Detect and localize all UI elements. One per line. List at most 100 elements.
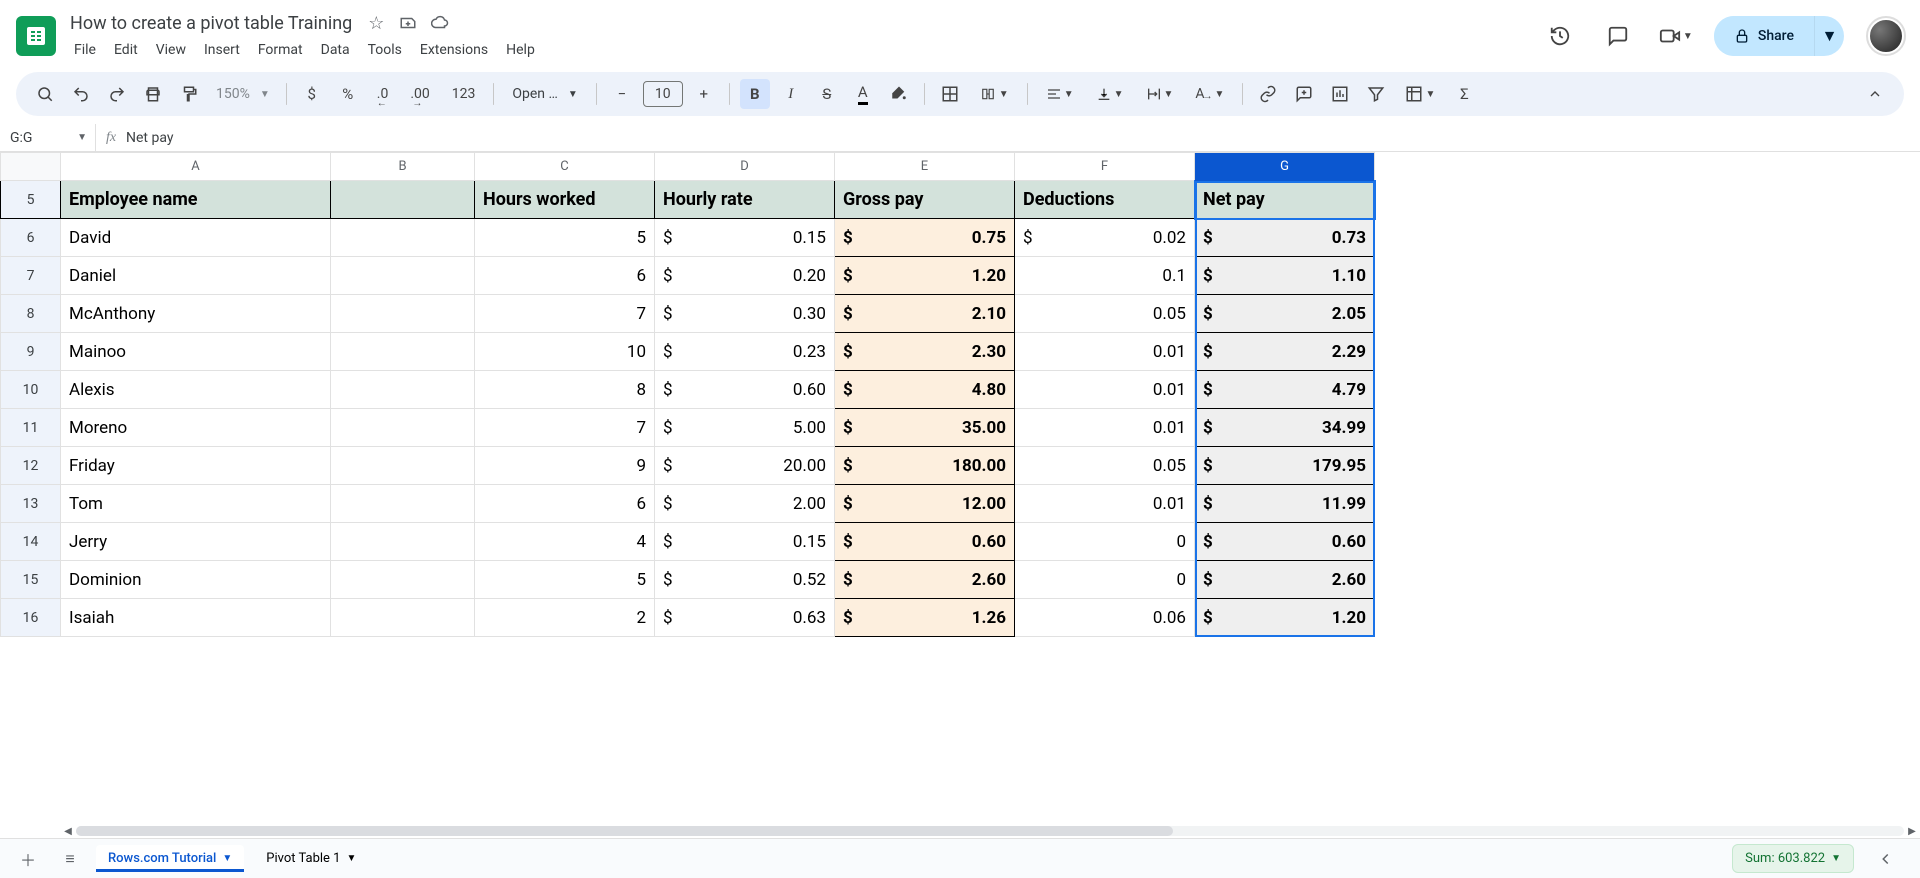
cell-gross[interactable]: $0.60 (835, 523, 1015, 561)
fill-color-button[interactable] (884, 79, 914, 109)
cell-net[interactable]: $179.95 (1195, 447, 1375, 485)
col-E[interactable]: E (835, 153, 1015, 181)
print-icon[interactable] (138, 79, 168, 109)
cell-deductions[interactable]: 0.01 (1015, 371, 1195, 409)
row-head[interactable]: 8 (1, 295, 61, 333)
name-box[interactable]: G:G▼ (10, 124, 96, 151)
text-rotation-button[interactable]: A→▼ (1187, 79, 1232, 109)
document-title[interactable]: How to create a pivot table Training (66, 11, 356, 36)
sheet-tab-active[interactable]: Rows.com Tutorial▼ (96, 845, 244, 872)
row-head[interactable]: 13 (1, 485, 61, 523)
increase-decimal-icon[interactable]: .00→ (402, 79, 437, 109)
cell-rate[interactable]: $0.63 (655, 599, 835, 637)
cell-rate[interactable]: $0.30 (655, 295, 835, 333)
cell-rate[interactable]: $0.20 (655, 257, 835, 295)
cell-deductions[interactable]: 0.1 (1015, 257, 1195, 295)
cell-net[interactable]: $2.05 (1195, 295, 1375, 333)
cell-gross[interactable]: $1.20 (835, 257, 1015, 295)
cell-name[interactable]: Daniel (61, 257, 331, 295)
font-selector[interactable]: Open …▼ (504, 86, 585, 102)
spreadsheet-grid[interactable]: A B C D E F G 5 Employee name Hours work… (0, 152, 1920, 838)
row-head[interactable]: 15 (1, 561, 61, 599)
cell-net[interactable]: $34.99 (1195, 409, 1375, 447)
menu-tools[interactable]: Tools (360, 38, 410, 62)
col-C[interactable]: C (475, 153, 655, 181)
star-icon[interactable]: ☆ (364, 11, 388, 35)
cell-hours[interactable]: 8 (475, 371, 655, 409)
cell-gross[interactable]: $1.26 (835, 599, 1015, 637)
cell-name[interactable]: Tom (61, 485, 331, 523)
header-deductions[interactable]: Deductions (1015, 181, 1195, 219)
cell-hours[interactable]: 5 (475, 219, 655, 257)
cell-net[interactable]: $2.60 (1195, 561, 1375, 599)
cell-deductions[interactable]: 0 (1015, 561, 1195, 599)
cell-name[interactable]: Alexis (61, 371, 331, 409)
add-sheet-button[interactable]: ＋ (12, 843, 44, 875)
cell-gross[interactable]: $12.00 (835, 485, 1015, 523)
row-head[interactable]: 9 (1, 333, 61, 371)
cell-gross[interactable]: $2.60 (835, 561, 1015, 599)
all-sheets-button[interactable]: ≡ (54, 843, 86, 875)
cell-rate[interactable]: $2.00 (655, 485, 835, 523)
row-head[interactable]: 12 (1, 447, 61, 485)
cell-hours[interactable]: 2 (475, 599, 655, 637)
account-avatar[interactable] (1868, 18, 1904, 54)
redo-icon[interactable] (102, 79, 132, 109)
cell-net[interactable]: $1.20 (1195, 599, 1375, 637)
format-percent-icon[interactable]: % (333, 79, 363, 109)
sheet-tab-pivot[interactable]: Pivot Table 1▼ (254, 845, 368, 872)
insert-chart-icon[interactable] (1325, 79, 1355, 109)
cell-blank[interactable] (331, 295, 475, 333)
cell-hours[interactable]: 6 (475, 485, 655, 523)
menu-extensions[interactable]: Extensions (412, 38, 496, 62)
cell-gross[interactable]: $2.10 (835, 295, 1015, 333)
comments-icon[interactable] (1598, 16, 1638, 56)
share-dropdown[interactable]: ▼ (1814, 16, 1844, 56)
cell-name[interactable]: McAnthony (61, 295, 331, 333)
cell-name[interactable]: Dominion (61, 561, 331, 599)
italic-button[interactable]: I (776, 79, 806, 109)
cell-gross[interactable]: $180.00 (835, 447, 1015, 485)
cell-rate[interactable]: $20.00 (655, 447, 835, 485)
cell-blank[interactable] (331, 333, 475, 371)
cell-net[interactable]: $4.79 (1195, 371, 1375, 409)
col-B[interactable]: B (331, 153, 475, 181)
cell-rate[interactable]: $0.52 (655, 561, 835, 599)
cell-net[interactable]: $11.99 (1195, 485, 1375, 523)
meet-icon[interactable]: ▼ (1656, 16, 1696, 56)
insert-link-icon[interactable] (1253, 79, 1283, 109)
cell-hours[interactable]: 9 (475, 447, 655, 485)
cell-name[interactable]: Moreno (61, 409, 331, 447)
search-menus-icon[interactable] (30, 79, 60, 109)
cell-gross[interactable]: $0.75 (835, 219, 1015, 257)
cell-net[interactable]: $2.29 (1195, 333, 1375, 371)
row-head[interactable]: 10 (1, 371, 61, 409)
header-blank[interactable] (331, 181, 475, 219)
strikethrough-button[interactable]: S (812, 79, 842, 109)
text-wrap-button[interactable]: ▼ (1138, 79, 1182, 109)
menu-view[interactable]: View (148, 38, 194, 62)
col-D[interactable]: D (655, 153, 835, 181)
cell-hours[interactable]: 10 (475, 333, 655, 371)
cell-net[interactable]: $1.10 (1195, 257, 1375, 295)
header-hourly-rate[interactable]: Hourly rate (655, 181, 835, 219)
cell-blank[interactable] (331, 257, 475, 295)
cloud-status-icon[interactable] (428, 11, 452, 35)
cell-name[interactable]: Isaiah (61, 599, 331, 637)
insert-comment-icon[interactable] (1289, 79, 1319, 109)
cell-blank[interactable] (331, 371, 475, 409)
side-panel-toggle[interactable] (1872, 841, 1908, 877)
merge-cells-button[interactable]: ▼ (971, 79, 1017, 109)
zoom-selector[interactable]: 150%▼ (210, 86, 276, 102)
row-head[interactable]: 5 (1, 181, 61, 219)
quicksum-display[interactable]: Sum: 603.822▼ (1732, 844, 1854, 873)
functions-icon[interactable]: Σ (1449, 79, 1479, 109)
cell-blank[interactable] (331, 447, 475, 485)
cell-deductions[interactable]: 0.06 (1015, 599, 1195, 637)
bold-button[interactable]: B (740, 79, 770, 109)
cell-hours[interactable]: 5 (475, 561, 655, 599)
filter-views-icon[interactable]: ▼ (1397, 79, 1443, 109)
row-head[interactable]: 7 (1, 257, 61, 295)
cell-rate[interactable]: $5.00 (655, 409, 835, 447)
cell-deductions[interactable]: 0.01 (1015, 485, 1195, 523)
